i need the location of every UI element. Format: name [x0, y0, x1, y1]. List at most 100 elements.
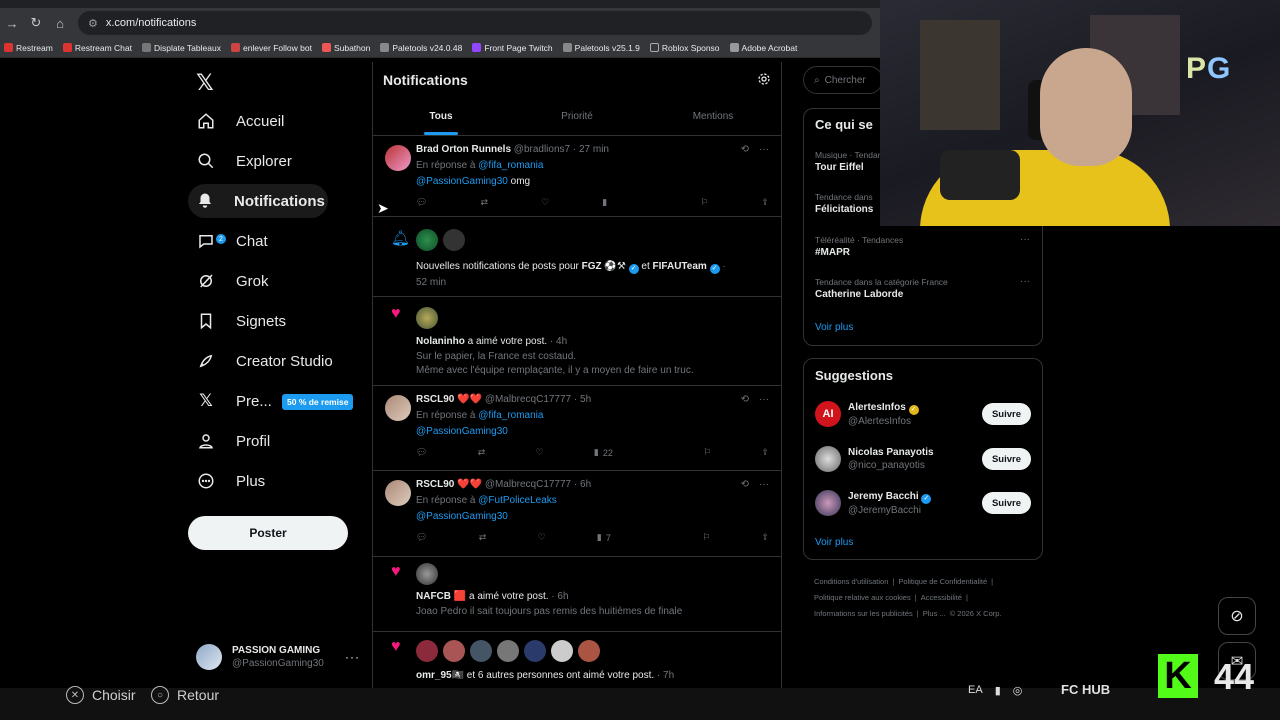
- avatar[interactable]: [443, 640, 465, 662]
- forward-icon[interactable]: →: [0, 11, 24, 35]
- sidebar-item-bookmarks[interactable]: Signets: [188, 304, 296, 338]
- suggestion-item[interactable]: Jeremy Bacchi ✓ @JeremyBacchi Suivre: [815, 488, 1031, 518]
- footer-link[interactable]: Politique relative aux cookies: [814, 593, 911, 602]
- author-name[interactable]: Brad Orton Runnels: [416, 144, 511, 155]
- sidebar-item-creator-studio[interactable]: Creator Studio: [188, 344, 343, 378]
- bookmark-icon[interactable]: ⚐: [700, 197, 708, 208]
- avatar[interactable]: [551, 640, 573, 662]
- sidebar-item-premium[interactable]: 𝕏 Pre...: [188, 384, 282, 418]
- list-item[interactable]: ♥ omr_95🏴‍☠️ et 6 autres personnes ont a…: [373, 632, 781, 688]
- see-more-link[interactable]: Voir plus: [815, 537, 853, 548]
- repost-icon[interactable]: ⇄: [478, 447, 486, 458]
- list-item[interactable]: ♥ NAFCB 🟥 a aimé votre post. · 6h Joao P…: [373, 557, 781, 632]
- notify-name-1[interactable]: FGZ ⚽⚒: [582, 261, 626, 272]
- notify-name-2[interactable]: FIFAUTeam: [653, 261, 707, 272]
- follow-button[interactable]: Suivre: [981, 492, 1031, 514]
- views-button[interactable]: ▮ 22: [594, 447, 613, 458]
- author-name[interactable]: omr_95🏴‍☠️: [416, 670, 464, 681]
- sidebar-item-chat[interactable]: 2 Chat: [188, 224, 278, 258]
- footer-link[interactable]: Conditions d'utilisation: [814, 577, 888, 586]
- more-horizontal-icon[interactable]: ···: [1020, 234, 1030, 245]
- author-name[interactable]: Nolaninho: [416, 336, 465, 347]
- share-icon[interactable]: ⇪: [761, 532, 769, 543]
- bookmark-item[interactable]: Paletools v24.0.48: [380, 43, 462, 53]
- avatar[interactable]: [416, 563, 438, 585]
- avatar[interactable]: [578, 640, 600, 662]
- footer-link[interactable]: Informations sur les publicités: [814, 609, 913, 618]
- author-name[interactable]: RSCL90 ❤️❤️: [416, 394, 482, 405]
- avatar[interactable]: [416, 229, 438, 251]
- share-icon[interactable]: ⇪: [761, 447, 769, 458]
- bookmark-item[interactable]: Displate Tableaux: [142, 43, 221, 53]
- list-item[interactable]: 🔔︎ Nouvelles notifications de posts pour…: [373, 217, 781, 297]
- bookmark-item[interactable]: Front Page Twitch: [472, 43, 553, 53]
- trend-item[interactable]: Téléréalité · Tendances #MAPR ···: [815, 234, 1030, 260]
- tab-mentions[interactable]: Mentions: [645, 98, 781, 135]
- sidebar-item-explore[interactable]: Explorer: [188, 144, 302, 178]
- follow-button[interactable]: Suivre: [981, 403, 1031, 425]
- avatar[interactable]: [416, 640, 438, 662]
- reply-to-link[interactable]: @fifa_romania: [478, 410, 543, 421]
- views-icon[interactable]: ▮: [602, 197, 607, 208]
- list-item[interactable]: ♥ Nolaninho a aimé votre post. · 4h Sur …: [373, 297, 781, 386]
- sidebar-item-notifications[interactable]: Notifications: [188, 184, 328, 218]
- like-icon[interactable]: ♡: [538, 532, 546, 543]
- see-more-link[interactable]: Voir plus: [815, 322, 853, 333]
- bookmark-item[interactable]: Paletools v25.1.9: [562, 43, 640, 53]
- bookmark-icon[interactable]: ⚐: [703, 447, 711, 458]
- footer-link[interactable]: Plus ...: [923, 609, 946, 618]
- site-settings-icon[interactable]: ⚙: [88, 17, 98, 30]
- url-field[interactable]: ⚙ x.com/notifications: [78, 11, 872, 35]
- x-logo-icon[interactable]: 𝕏: [196, 70, 214, 96]
- suggestion-item[interactable]: Nicolas Panayotis @nico_panayotis Suivre: [815, 444, 1031, 474]
- avatar[interactable]: [416, 307, 438, 329]
- bookmark-item[interactable]: Subathon: [321, 43, 370, 53]
- list-item[interactable]: ⟲ ··· RSCL90 ❤️❤️ @MalbrecqC17777 · 5h E…: [373, 386, 781, 471]
- more-horizontal-icon[interactable]: ···: [345, 650, 360, 664]
- account-switcher[interactable]: PASSION GAMING @PassionGaming30 ···: [196, 642, 360, 672]
- reply-icon[interactable]: 💬︎: [416, 447, 427, 458]
- repost-icon[interactable]: ⇄: [481, 197, 489, 208]
- reply-to-link[interactable]: @fifa_romania: [478, 160, 543, 171]
- footer-link[interactable]: Politique de Confidentialité: [898, 577, 987, 586]
- follow-button[interactable]: Suivre: [981, 448, 1031, 470]
- reply-to-link[interactable]: @FutPoliceLeaks: [478, 495, 557, 506]
- trend-item[interactable]: Tendance dans la catégorie France Cather…: [815, 276, 1030, 302]
- premium-discount-badge[interactable]: 50 % de remise: [282, 394, 354, 410]
- post-button[interactable]: Poster: [188, 516, 348, 550]
- author-name[interactable]: RSCL90 ❤️❤️: [416, 479, 482, 490]
- footer-link[interactable]: Accessibilité: [921, 593, 962, 602]
- author-name[interactable]: NAFCB 🟥: [416, 591, 466, 602]
- tab-priority[interactable]: Priorité: [509, 98, 645, 135]
- avatar[interactable]: [497, 640, 519, 662]
- suggestion-item[interactable]: AI AlertesInfos ✓ @AlertesInfos Suivre: [815, 399, 1031, 429]
- sidebar-item-more[interactable]: Plus: [188, 464, 275, 498]
- bookmark-icon[interactable]: ⚐: [702, 532, 710, 543]
- home-browser-icon[interactable]: ⌂: [48, 11, 72, 35]
- mention-link[interactable]: @PassionGaming30: [416, 511, 508, 522]
- grok-float-icon[interactable]: ⊘: [1218, 597, 1256, 635]
- tab-all[interactable]: Tous: [373, 98, 509, 135]
- more-horizontal-icon[interactable]: ···: [1020, 276, 1030, 287]
- avatar[interactable]: [470, 640, 492, 662]
- bookmark-item[interactable]: enlever Follow bot: [230, 43, 312, 53]
- like-icon[interactable]: ♡: [541, 197, 549, 208]
- sidebar-item-profile[interactable]: Profil: [188, 424, 280, 458]
- list-item[interactable]: ⟲ ··· RSCL90 ❤️❤️ @MalbrecqC17777 · 6h E…: [373, 471, 781, 557]
- bookmark-item[interactable]: Adobe Acrobat: [729, 43, 797, 53]
- mention-link[interactable]: @PassionGaming30: [416, 176, 508, 187]
- bookmark-item[interactable]: Restream Chat: [62, 43, 132, 53]
- avatar[interactable]: [524, 640, 546, 662]
- search-input[interactable]: ⌕ Chercher: [803, 66, 883, 94]
- reload-icon[interactable]: ↻: [24, 11, 48, 35]
- bookmark-item[interactable]: Roblox Sponso: [649, 43, 720, 53]
- mention-link[interactable]: @PassionGaming30: [416, 426, 508, 437]
- bookmark-item[interactable]: Restream: [4, 43, 53, 53]
- avatar[interactable]: [443, 229, 465, 251]
- gear-icon[interactable]: [757, 72, 771, 89]
- share-icon[interactable]: ⇪: [761, 197, 769, 208]
- repost-icon[interactable]: ⇄: [479, 532, 487, 543]
- sidebar-item-home[interactable]: Accueil: [188, 104, 294, 138]
- views-button[interactable]: ▮ 7: [597, 532, 611, 543]
- sidebar-item-grok[interactable]: Grok: [188, 264, 279, 298]
